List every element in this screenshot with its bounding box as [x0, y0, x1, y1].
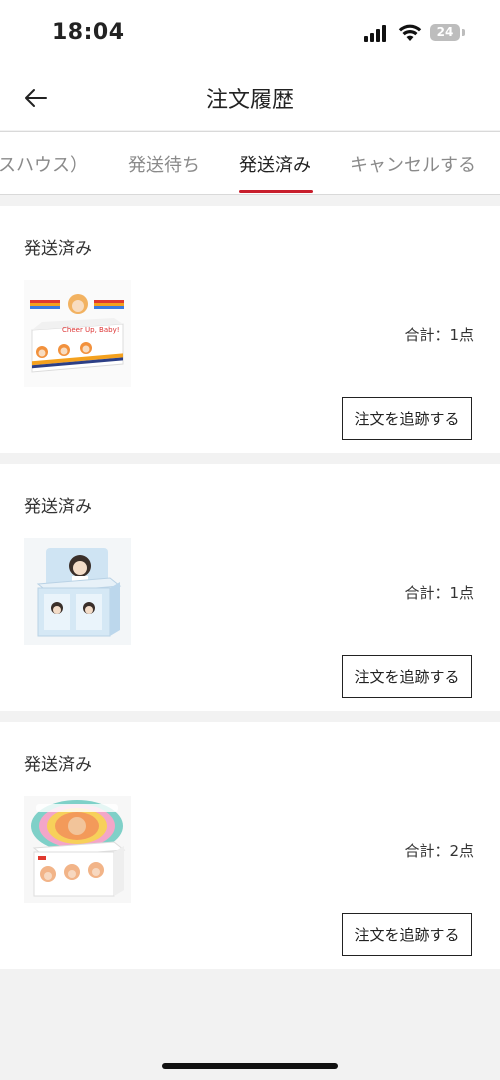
- order-total: 合計：1点: [404, 584, 474, 602]
- home-indicator[interactable]: [162, 1063, 338, 1069]
- active-tab-indicator: [239, 190, 313, 193]
- battery-icon: 24: [430, 24, 460, 41]
- track-order-button[interactable]: 注文を追跡する: [342, 397, 472, 440]
- order-tabs: スハウス） 発送待ち 発送済み キャンセルする: [0, 131, 500, 195]
- tab-warehouse[interactable]: スハウス）: [0, 132, 88, 194]
- product-box-text: Cheer Up, Baby!: [62, 326, 120, 334]
- page-title: 注文履歴: [205, 88, 294, 113]
- order-status: 発送済み: [24, 239, 92, 259]
- product-image[interactable]: [24, 538, 131, 645]
- order-status: 発送済み: [24, 755, 92, 775]
- nav-bar: 注文履歴: [0, 66, 500, 130]
- tab-awaiting-shipment[interactable]: 発送待ち: [128, 132, 200, 194]
- status-bar: 18:04 24: [0, 0, 500, 66]
- order-total: 合計：1点: [404, 326, 474, 344]
- tab-shipped[interactable]: 発送済み: [239, 132, 311, 194]
- wifi-icon: [398, 24, 422, 41]
- cellular-signal-icon: [364, 24, 390, 42]
- order-total: 合計：2点: [404, 842, 474, 860]
- track-order-button[interactable]: 注文を追跡する: [342, 655, 472, 698]
- battery-cap: [462, 29, 465, 36]
- order-card[interactable]: 発送済み Cheer Up, Baby! 合計：1点 注文を追跡する: [0, 206, 500, 453]
- status-time: 18:04: [52, 20, 125, 45]
- order-card[interactable]: 発送済み 合計：1点 注文を追跡する: [0, 464, 500, 711]
- order-card[interactable]: 発送済み 合計：2点 注文を追跡する: [0, 722, 500, 969]
- product-image[interactable]: [24, 796, 131, 903]
- tab-cancel[interactable]: キャンセルする: [350, 132, 476, 194]
- order-status: 発送済み: [24, 497, 92, 517]
- track-order-button[interactable]: 注文を追跡する: [342, 913, 472, 956]
- product-image[interactable]: Cheer Up, Baby!: [24, 280, 131, 387]
